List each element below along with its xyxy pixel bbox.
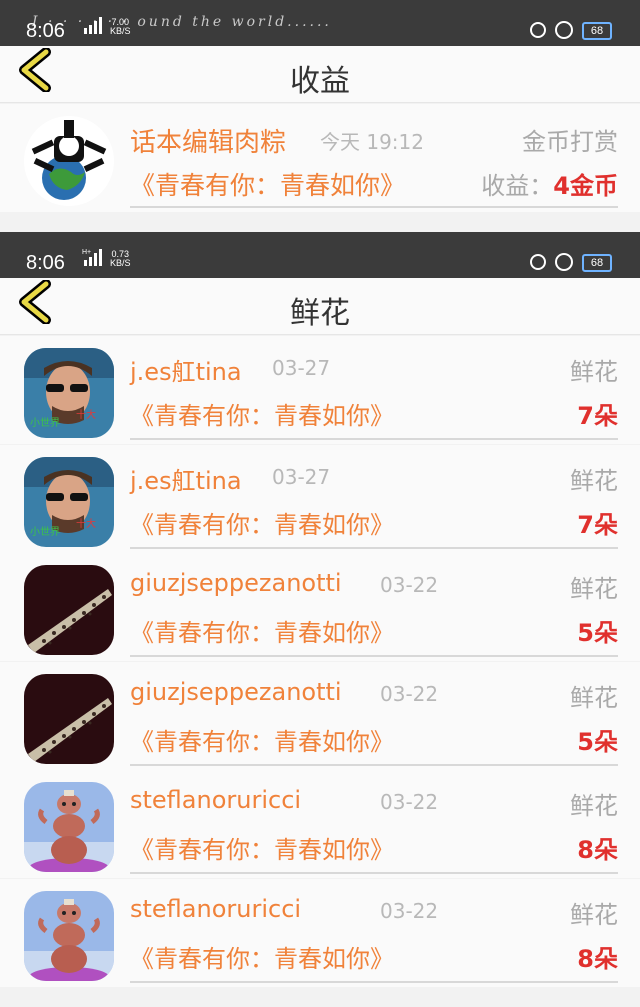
date-label: 03-22 [380,899,439,923]
avatar [24,565,114,656]
sender-name: giuzjseppezanotti [130,569,342,598]
screen-flowers: 8:06 H+ 0.73 KB/S 68 鲜花 小世界 十大 j.es舡tina … [0,232,640,1007]
title-bar: 收益 [0,46,640,103]
rotation-lock-icon [530,22,546,38]
flower-row[interactable]: giuzjseppezanotti 03-22 鲜花 《青春有你：青春如你》 5… [0,661,640,770]
avatar: 小世界 十大 [24,348,114,438]
flower-count: 8朵 [577,945,618,973]
sender-name: steflanoruricci [130,895,302,923]
svg-text:十大: 十大 [76,517,96,530]
book-title: 《青春有你：青春如你》 [130,836,394,865]
sender-name: steflanoruricci [130,786,302,815]
man-sunglasses-avatar: 小世界 十大 [24,456,114,547]
title-bar: 鲜花 [0,278,640,335]
earning-value: 4金币 [553,172,618,200]
alarm-icon [555,253,573,271]
avatar [24,782,114,873]
net-speed-unit: KB/S [110,26,131,36]
sender-name: 话本编辑肉粽 [130,128,287,158]
sender-name: j.es舡tina [130,358,242,386]
net-speed: 0.73 KB/S [110,250,131,268]
screen-earnings: I · · · · · · ound the world...... 8:06 … [0,0,640,226]
book-title: 《青春有你：青春如你》 [130,510,394,539]
date-label: 03-22 [380,790,439,815]
status-bar: 8:06 H+ 0.73 KB/S 68 [0,232,640,278]
flower-row[interactable]: steflanoruricci 03-22 鲜花 《青春有你：青春如你》 8朵 [0,879,640,987]
divider [130,872,618,875]
flower-row[interactable]: giuzjseppezanotti 03-22 鲜花 《青春有你：青春如你》 5… [0,553,640,662]
skull-earth-avatar [24,116,114,206]
shell-avatar [24,565,114,656]
flower-count: 7朵 [577,510,618,539]
divider [130,438,618,440]
divider [130,655,618,658]
earning-amount: 收益：4金币 [481,166,618,201]
sender-name: j.es舡tina [130,466,242,495]
watermark-text: I · · · · · · ound the world...... [32,14,332,30]
book-title: 《青春有你：青春如你》 [130,171,406,200]
cartoon-figure-avatar [24,782,114,873]
gift-type: 鲜花 [570,683,618,712]
page-title: 鲜花 [290,296,350,331]
earnings-row[interactable]: 话本编辑肉粽 今天 19:12 金币打赏 《青春有你：青春如你》 收益：4金币 [0,104,640,212]
earning-label: 收益： [481,172,554,200]
date-label: 03-27 [272,356,331,380]
divider [130,763,618,766]
svg-text:十大: 十大 [76,408,96,421]
man-sunglasses-avatar: 小世界 十大 [24,348,114,438]
signal-icon [84,17,102,34]
book-title: 《青春有你：青春如你》 [130,727,394,756]
book-title: 《青春有你：青春如你》 [130,402,394,430]
flower-row[interactable]: 小世界 十大 j.es舡tina 03-27 鲜花 《青春有你：青春如你》 7朵 [0,444,640,553]
svg-text:小世界: 小世界 [30,526,60,538]
avatar [24,891,114,981]
page-title: 收益 [290,64,350,99]
gift-type: 鲜花 [570,901,618,929]
divider [130,546,618,549]
alarm-icon [555,21,573,39]
flower-count: 7朵 [577,402,618,430]
status-bar: I · · · · · · ound the world...... 8:06 … [0,0,640,46]
flower-count: 8朵 [577,836,618,865]
gift-type: 鲜花 [570,466,618,495]
avatar [24,116,114,206]
signal-icon: H+ [82,249,102,266]
battery-indicator: 68 [582,22,612,40]
avatar [24,673,114,764]
gift-type: 鲜花 [570,792,618,821]
divider [130,206,618,208]
rotation-lock-icon [530,254,546,270]
svg-text:小世界: 小世界 [30,417,60,429]
date-label: 03-22 [380,573,439,598]
gift-type: 鲜花 [570,575,618,604]
date-label: 03-27 [272,464,331,489]
flower-count: 5朵 [577,727,618,756]
time-label: 今天 19:12 [320,130,424,154]
flower-row[interactable]: 小世界 十大 j.es舡tina 03-27 鲜花 《青春有你：青春如你》 7朵 [0,336,640,444]
status-time: 8:06 [26,20,65,42]
status-time: 8:06 [26,252,65,274]
earning-type: 金币打赏 [522,128,618,156]
cartoon-figure-avatar [24,891,114,981]
date-label: 03-22 [380,681,439,706]
avatar: 小世界 十大 [24,456,114,547]
book-title: 《青春有你：青春如你》 [130,945,394,973]
gift-type: 鲜花 [570,358,618,386]
sender-name: giuzjseppezanotti [130,677,342,706]
net-speed-unit: KB/S [110,258,131,268]
flower-count: 5朵 [577,619,618,648]
shell-avatar [24,673,114,764]
battery-indicator: 68 [582,254,612,272]
divider [130,981,618,983]
net-speed: 7.00 KB/S [110,18,131,36]
flower-row[interactable]: steflanoruricci 03-22 鲜花 《青春有你：青春如你》 8朵 [0,770,640,879]
svg-text:H+: H+ [82,249,91,256]
book-title: 《青春有你：青春如你》 [130,619,394,648]
